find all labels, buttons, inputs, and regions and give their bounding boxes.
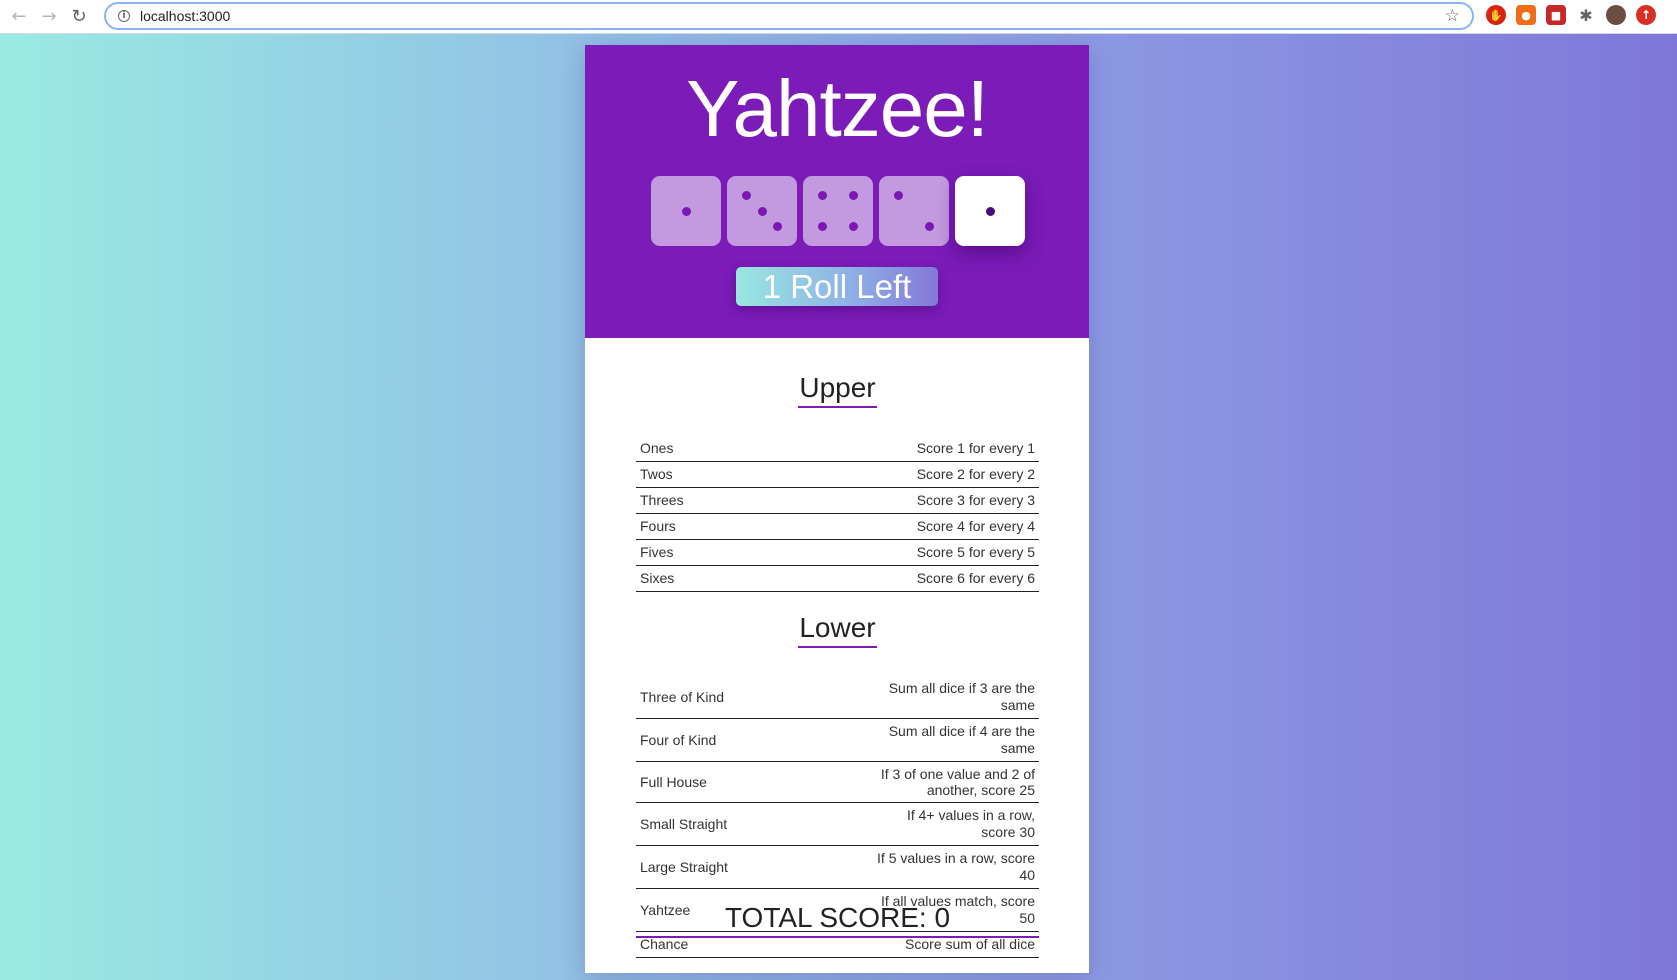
score-row[interactable]: Sixes Score 6 for every 6 [636, 565, 1039, 592]
game-header: Yahtzee! 1 Roll Left [585, 45, 1089, 338]
score-row[interactable]: Fives Score 5 for every 5 [636, 539, 1039, 566]
upper-section-title: Upper [636, 371, 1039, 411]
die-5[interactable] [955, 176, 1025, 246]
bookmark-star-icon[interactable]: ☆ [1445, 6, 1460, 26]
score-row[interactable]: Ones Score 1 for every 1 [636, 436, 1039, 462]
score-row-name[interactable]: Three of Kind [636, 676, 871, 719]
score-row-description[interactable]: Score 5 for every 5 [752, 539, 1039, 566]
score-row-description[interactable]: If 4+ values in a row, score 30 [871, 802, 1039, 846]
address-bar[interactable]: i localhost:3000 ☆ [104, 2, 1474, 30]
lower-section-title: Lower [636, 611, 1039, 651]
die-pip [818, 221, 828, 231]
roll-button[interactable]: 1 Roll Left [736, 267, 938, 306]
score-row[interactable]: Threes Score 3 for every 3 [636, 487, 1039, 514]
die-pip [848, 191, 858, 201]
score-row-description[interactable]: Sum all dice if 4 are the same [871, 718, 1039, 762]
score-row-description[interactable]: Score 6 for every 6 [752, 565, 1039, 592]
score-row-name[interactable]: Four of Kind [636, 718, 871, 762]
score-row[interactable]: Large Straight If 5 values in a row, scor… [636, 845, 1039, 889]
score-row-description[interactable]: If 3 of one value and 2 of another, scor… [871, 761, 1039, 803]
score-row-name[interactable]: Ones [636, 436, 753, 462]
score-row[interactable]: Full House If 3 of one value and 2 of ano… [636, 761, 1039, 803]
score-row-name[interactable]: Sixes [636, 565, 753, 592]
die-pip [742, 191, 752, 201]
die-pip [985, 206, 995, 216]
score-row-name[interactable]: Small Straight [636, 802, 871, 846]
adblock-extension-icon[interactable]: ✋ [1486, 5, 1506, 25]
game-title: Yahtzee! [686, 64, 989, 153]
update-arrow-icon[interactable]: ↑ [1636, 5, 1656, 25]
die-pip [848, 221, 858, 231]
extensions-puzzle-icon[interactable]: ✱ [1576, 5, 1596, 25]
back-arrow-icon[interactable]: ← [4, 2, 34, 32]
die-pip [894, 191, 904, 201]
score-row-name[interactable]: Fives [636, 539, 753, 566]
die-pip [757, 206, 767, 216]
forward-arrow-icon[interactable]: → [34, 2, 64, 32]
score-row-name[interactable]: Fours [636, 513, 753, 540]
die-4[interactable] [879, 176, 949, 246]
score-row[interactable]: Four of Kind Sum all dice if 4 are the sa… [636, 718, 1039, 762]
score-row-name[interactable]: Twos [636, 461, 753, 488]
die-1[interactable] [651, 176, 721, 246]
upper-section: Upper Ones Score 1 for every 1 Twos Score 2… [636, 371, 1039, 592]
die-pip [772, 221, 782, 231]
score-row[interactable]: Twos Score 2 for every 2 [636, 461, 1039, 488]
score-row-description[interactable]: Score 1 for every 1 [752, 436, 1039, 462]
score-row-name[interactable]: Full House [636, 761, 871, 803]
score-row-description[interactable]: Score 3 for every 3 [752, 487, 1039, 514]
score-row-description[interactable]: Score 4 for every 4 [752, 513, 1039, 540]
reload-icon[interactable]: ↻ [64, 2, 94, 32]
game-card: Yahtzee! 1 Roll Left Upper Ones Score 1 f… [585, 45, 1089, 973]
info-icon[interactable]: i [118, 10, 130, 22]
score-row-description[interactable]: Score 2 for every 2 [752, 461, 1039, 488]
browser-toolbar: ← → ↻ i localhost:3000 ☆ ✋ ● ■ ✱ ↑ [0, 0, 1677, 34]
die-pip [681, 206, 691, 216]
score-row-description[interactable]: If 5 values in a row, score 40 [871, 845, 1039, 889]
score-row[interactable]: Fours Score 4 for every 4 [636, 513, 1039, 540]
total-score: TOTAL SCORE: 0 [636, 898, 1039, 938]
color-picker-extension-icon[interactable]: ■ [1546, 5, 1566, 25]
upper-score-table: Ones Score 1 for every 1 Twos Score 2 for e… [636, 436, 1039, 592]
score-row[interactable]: Three of Kind Sum all dice if 3 are the s… [636, 676, 1039, 719]
score-row[interactable]: Small Straight If 4+ values in a row, sco… [636, 802, 1039, 846]
score-row-description[interactable]: Sum all dice if 3 are the same [871, 676, 1039, 719]
score-row-name[interactable]: Large Straight [636, 845, 871, 889]
url-text[interactable]: localhost:3000 [140, 8, 230, 24]
die-2[interactable] [727, 176, 797, 246]
rss-extension-icon[interactable]: ● [1516, 5, 1536, 25]
die-pip [924, 221, 934, 231]
dice-row [651, 176, 1025, 246]
die-3[interactable] [803, 176, 873, 246]
score-row-name[interactable]: Threes [636, 487, 753, 514]
die-pip [818, 191, 828, 201]
profile-avatar[interactable] [1606, 5, 1626, 25]
